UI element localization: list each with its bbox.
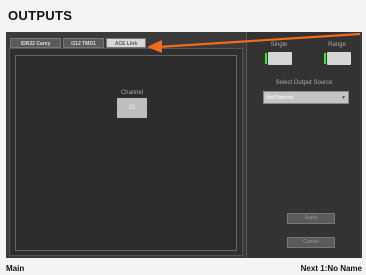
output-source-dropdown[interactable]: Not Patched ▼ [263,91,349,104]
output-source-value: Not Patched [266,95,294,101]
footer-main-label: Main [6,264,25,273]
single-led-indicator [265,53,267,64]
cancel-button[interactable]: Cancel [287,237,335,248]
chevron-down-icon: ▼ [341,95,346,101]
select-output-source-label: Select Output Source [275,80,333,86]
single-button[interactable] [265,52,292,65]
channel-value-button[interactable]: 33 [117,98,147,118]
page-title: OUTPUTS [8,8,73,23]
channel-area: Channel 33 [15,55,237,251]
single-label: Single [270,42,288,48]
tab-content-panel: Channel 33 [9,48,243,256]
tab-i112-tmd1[interactable]: I112 TMD1 [63,38,104,48]
output-settings-panel: Single Range Select Output Source Not Pa… [246,32,360,258]
channel-label: Channel [120,90,144,96]
tab-ace-link[interactable]: ACE Link [106,38,146,48]
footer-next-label: Next 1:No Name [300,264,362,273]
apply-button[interactable]: Apply [287,213,335,224]
range-led-indicator [324,53,326,64]
tab-idr32-carey[interactable]: iDR32 Carey [10,38,61,48]
outputs-panel: iDR32 Carey I112 TMD1 ACE Link Channel 3… [6,32,362,258]
range-button[interactable] [324,52,351,65]
range-label: Range [328,42,346,48]
